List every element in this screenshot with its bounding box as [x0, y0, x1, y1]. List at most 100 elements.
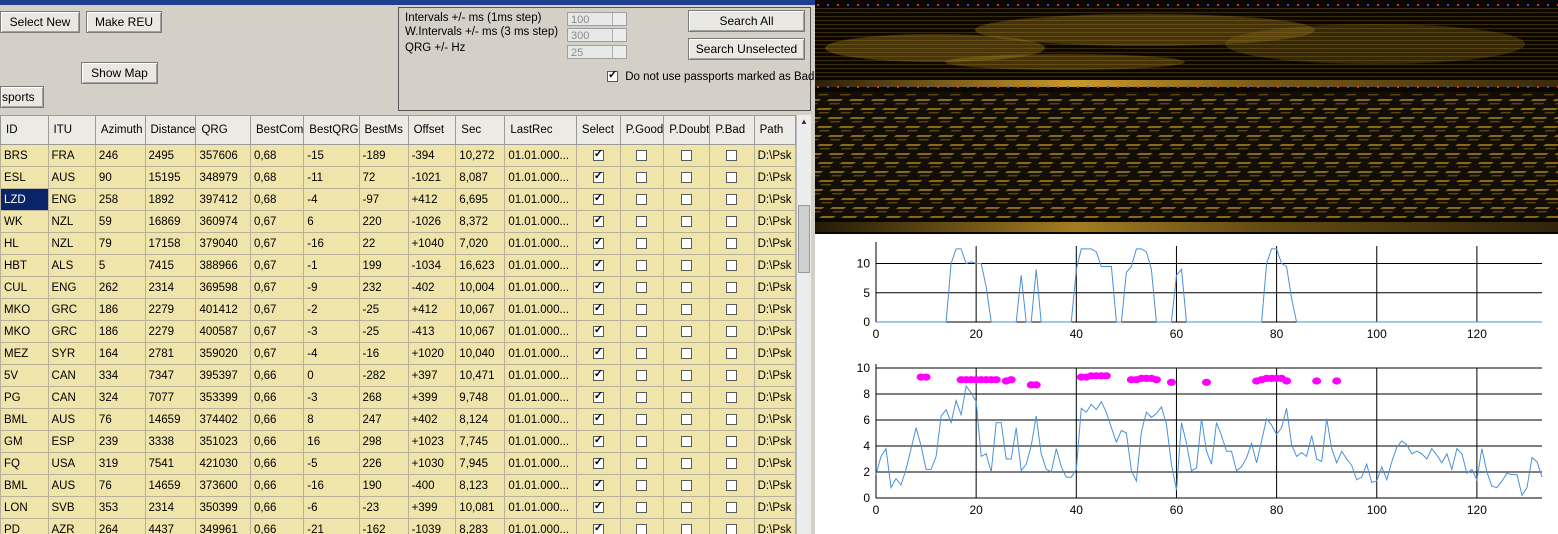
table-cell[interactable]: 7,020 — [455, 232, 506, 255]
table-cell[interactable]: 8,124 — [455, 408, 506, 431]
table-cell[interactable]: -162 — [358, 518, 409, 534]
row-checkbox[interactable] — [592, 323, 604, 337]
table-cell[interactable]: 8,372 — [455, 210, 506, 233]
table-cell[interactable]: 348979 — [195, 166, 251, 189]
table-cell[interactable]: SYR — [47, 342, 96, 365]
table-cell[interactable]: FQ — [0, 452, 49, 475]
table-cell[interactable]: 6,695 — [455, 188, 506, 211]
checkbox-cell[interactable] — [575, 364, 621, 387]
table-cell[interactable]: 01.01.000... — [504, 276, 577, 299]
row-checkbox[interactable] — [636, 303, 648, 315]
row-checkbox[interactable] — [636, 369, 648, 381]
table-cell[interactable]: 401412 — [195, 298, 251, 321]
checkbox-cell[interactable] — [575, 276, 621, 299]
row-checkbox[interactable] — [592, 521, 604, 534]
checkbox-cell[interactable] — [619, 254, 665, 277]
table-cell[interactable]: 0,66 — [249, 474, 305, 497]
table-cell[interactable]: -402 — [407, 276, 457, 299]
row-checkbox[interactable] — [681, 523, 693, 534]
table-cell[interactable]: D:\Psk — [753, 144, 796, 167]
table-cell[interactable]: 0,66 — [249, 452, 305, 475]
table-row[interactable]: HBT ALS 5 7415 388966 0,67 -1 199 -1034 16,623 01.… — [0, 254, 796, 277]
row-checkbox[interactable] — [636, 523, 648, 534]
checkbox-cell[interactable] — [709, 386, 755, 409]
table-cell[interactable]: -1034 — [407, 254, 457, 277]
table-cell[interactable]: -1021 — [407, 166, 457, 189]
table-cell[interactable]: +1023 — [407, 430, 457, 453]
row-checkbox[interactable] — [726, 457, 738, 469]
table-cell[interactable]: AZR — [47, 518, 96, 534]
table-cell[interactable]: 10,272 — [455, 144, 506, 167]
table-cell[interactable]: HBT — [0, 254, 49, 277]
row-checkbox[interactable] — [592, 455, 604, 469]
table-cell[interactable]: CAN — [47, 386, 96, 409]
table-cell[interactable]: 10,067 — [455, 320, 506, 343]
table-cell[interactable]: 7541 — [144, 452, 197, 475]
table-cell[interactable]: 186 — [94, 298, 146, 321]
table-cell[interactable]: 16,623 — [455, 254, 506, 277]
table-cell[interactable]: 90 — [94, 166, 146, 189]
row-checkbox[interactable] — [592, 301, 604, 315]
checkbox-cell[interactable] — [709, 430, 755, 453]
table-cell[interactable]: D:\Psk — [753, 474, 796, 497]
table-cell[interactable]: 01.01.000... — [504, 320, 577, 343]
table-row[interactable]: CUL ENG 262 2314 369598 0,67 -9 232 -402 10,004 01… — [0, 276, 796, 299]
table-cell[interactable]: 76 — [94, 474, 146, 497]
table-cell[interactable]: 2279 — [144, 320, 197, 343]
checkbox-cell[interactable] — [663, 276, 711, 299]
checkbox-cell[interactable] — [709, 210, 755, 233]
table-cell[interactable]: MKO — [0, 298, 49, 321]
row-checkbox[interactable] — [592, 257, 604, 271]
checkbox-cell[interactable] — [575, 188, 621, 211]
table-cell[interactable]: 6 — [303, 210, 360, 233]
table-cell[interactable]: 0,68 — [249, 188, 305, 211]
table-cell[interactable]: 10,040 — [455, 342, 506, 365]
table-cell[interactable]: -25 — [358, 298, 409, 321]
table-cell[interactable]: 0,66 — [249, 364, 305, 387]
row-checkbox[interactable] — [636, 501, 648, 513]
table-cell[interactable]: -97 — [358, 188, 409, 211]
table-cell[interactable]: -21 — [303, 518, 360, 534]
intervals-spinner[interactable]: 100 — [567, 12, 627, 26]
row-checkbox[interactable] — [726, 325, 738, 337]
table-cell[interactable]: 0,66 — [249, 430, 305, 453]
table-row[interactable]: MKO GRC 186 2279 401412 0,67 -2 -25 +412 10,067 01… — [0, 298, 796, 321]
table-row[interactable]: BML AUS 76 14659 374402 0,66 8 247 +402 8,124 01.0… — [0, 408, 796, 431]
table-cell[interactable]: -4 — [303, 342, 360, 365]
table-cell[interactable]: CAN — [47, 364, 96, 387]
column-header[interactable]: BestMs — [358, 115, 409, 145]
checkbox-cell[interactable] — [575, 210, 621, 233]
row-checkbox[interactable] — [636, 435, 648, 447]
qrg-spinner[interactable]: 25 — [567, 45, 627, 59]
table-cell[interactable]: 2495 — [144, 144, 197, 167]
table-cell[interactable]: 226 — [358, 452, 409, 475]
checkbox-cell[interactable] — [663, 144, 711, 167]
column-header[interactable]: Offset — [407, 115, 457, 145]
table-cell[interactable]: D:\Psk — [753, 298, 796, 321]
table-cell[interactable]: +1040 — [407, 232, 457, 255]
row-checkbox[interactable] — [636, 237, 648, 249]
table-cell[interactable]: -11 — [303, 166, 360, 189]
checkbox-cell[interactable] — [619, 210, 665, 233]
checkbox-cell[interactable] — [709, 342, 755, 365]
table-cell[interactable]: -1026 — [407, 210, 457, 233]
table-cell[interactable]: 8 — [303, 408, 360, 431]
row-checkbox[interactable] — [726, 281, 738, 293]
table-cell[interactable]: ENG — [47, 276, 96, 299]
table-cell[interactable]: BRS — [0, 144, 49, 167]
row-checkbox[interactable] — [726, 303, 738, 315]
checkbox-cell[interactable] — [619, 474, 665, 497]
checkbox-cell[interactable] — [619, 364, 665, 387]
table-cell[interactable]: 3338 — [144, 430, 197, 453]
table-row[interactable]: PG CAN 324 7077 353399 0,66 -3 268 +399 9,748 01.0… — [0, 386, 796, 409]
checkbox-cell[interactable] — [575, 430, 621, 453]
table-cell[interactable]: 400587 — [195, 320, 251, 343]
table-cell[interactable]: 319 — [94, 452, 146, 475]
row-checkbox[interactable] — [726, 237, 738, 249]
table-cell[interactable]: 397412 — [195, 188, 251, 211]
table-cell[interactable]: +399 — [407, 386, 457, 409]
table-cell[interactable]: D:\Psk — [753, 342, 796, 365]
table-cell[interactable]: 324 — [94, 386, 146, 409]
table-cell[interactable]: 359020 — [195, 342, 251, 365]
table-cell[interactable]: -16 — [303, 232, 360, 255]
